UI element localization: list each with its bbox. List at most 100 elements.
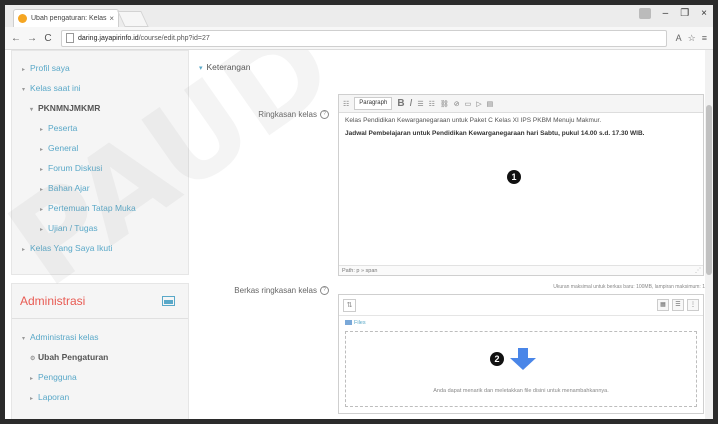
- editor-line-1: Kelas Pendidikan Kewarganegaraan untuk P…: [345, 117, 602, 124]
- nav-label: Forum Diskusi: [48, 163, 103, 173]
- folder-label: Files: [354, 320, 366, 326]
- paragraph-format-select[interactable]: Paragraph: [354, 97, 393, 110]
- expand-arrow-icon: ▸: [40, 187, 44, 193]
- admin-label: Administrasi kelas: [30, 332, 99, 342]
- collapse-arrow-icon: ▾: [199, 65, 203, 72]
- expand-arrow-icon: ▸: [40, 147, 44, 153]
- view-switcher: ▦ ☰ ⋮: [657, 299, 699, 311]
- tab-title: Ubah pengaturan: Kelas: [31, 15, 107, 22]
- gear-icon: ⚙: [30, 356, 36, 362]
- minimize-button[interactable]: –: [663, 8, 669, 19]
- address-bar[interactable]: daring.jayapirinfo.id /course/edit.php?i…: [61, 29, 667, 47]
- nav-item-bahan-ajar[interactable]: ▸ Bahan Ajar: [40, 183, 90, 193]
- expand-arrow-icon: ▸: [22, 247, 26, 253]
- resize-handle-icon[interactable]: ⋰: [695, 267, 701, 274]
- nav-item-forum-diskusi[interactable]: ▸ Forum Diskusi: [40, 163, 102, 173]
- reload-button[interactable]: C: [43, 33, 53, 44]
- admin-label: Ubah Pengaturan: [38, 352, 109, 362]
- nav-item-kelas-saat-ini[interactable]: ▾ Kelas saat ini: [22, 83, 81, 93]
- navigation-block: ▸ Profil saya ▾ Kelas saat ini ▾ PKNMNJMKMR…: [11, 50, 189, 275]
- nav-item-course[interactable]: ▾ PKNMNJMKMR: [30, 103, 100, 113]
- expand-arrow-icon: ▾: [22, 87, 26, 93]
- maximize-button[interactable]: ❐: [680, 8, 689, 19]
- toolbar-actions: A ☆ ≡: [676, 33, 707, 44]
- page-scrollbar[interactable]: [705, 50, 713, 419]
- folder-path[interactable]: Files: [339, 316, 703, 330]
- tab-close-icon[interactable]: ×: [109, 14, 114, 23]
- italic-button[interactable]: I: [410, 98, 413, 109]
- editor-toolbar: ☷ Paragraph B I ☰ ☷ ⛓ ⊘ ▭ ▷ ▤: [339, 95, 703, 113]
- expand-arrow-icon: ▾: [30, 107, 34, 113]
- folder-icon: [345, 320, 352, 326]
- callout-marker-1: 1: [507, 170, 521, 184]
- toolbar-toggle-icon[interactable]: ☷: [343, 100, 349, 108]
- dock-block-icon[interactable]: [162, 296, 175, 306]
- new-tab-button[interactable]: [117, 11, 149, 27]
- ordered-list-icon[interactable]: ☷: [429, 100, 435, 108]
- drop-zone[interactable]: 2 Anda dapat menarik dan meletakkan file…: [345, 331, 697, 407]
- nav-item-general[interactable]: ▸ General: [40, 143, 78, 153]
- file-manager: ⇅ ▦ ☰ ⋮ Files 2 Anda dapat menarik dan m…: [338, 294, 704, 414]
- bold-button[interactable]: B: [397, 98, 404, 109]
- editor-line-2: Jadwal Pembelajaran untuk Pendidikan Kew…: [345, 130, 645, 137]
- tree-view-button[interactable]: ⋮: [687, 299, 699, 311]
- help-icon[interactable]: ?: [320, 286, 329, 296]
- translate-icon[interactable]: A: [676, 33, 682, 44]
- list-view-button[interactable]: ☰: [672, 299, 684, 311]
- nav-item-pertemuan-tatap-muka[interactable]: ▸ Pertemuan Tatap Muka: [40, 203, 136, 213]
- label-text: Berkas ringkasan kelas: [234, 286, 317, 295]
- help-icon[interactable]: ?: [320, 110, 329, 120]
- expand-arrow-icon: ▸: [30, 376, 34, 382]
- nav-item-ujian-tugas[interactable]: ▸ Ujian / Tugas: [40, 223, 98, 233]
- nav-label: Ujian / Tugas: [48, 223, 98, 233]
- bookmark-star-icon[interactable]: ☆: [688, 33, 696, 44]
- back-button[interactable]: ←: [11, 33, 21, 44]
- unlink-icon[interactable]: ⊘: [454, 100, 460, 108]
- section-header-keterangan[interactable]: ▾ Keterangan: [199, 62, 250, 72]
- link-icon[interactable]: ⛓: [440, 100, 449, 108]
- nav-item-peserta[interactable]: ▸ Peserta: [40, 123, 77, 133]
- nav-item-profil-saya[interactable]: ▸ Profil saya: [22, 63, 70, 73]
- expand-arrow-icon: ▸: [40, 227, 44, 233]
- nav-label: Peserta: [48, 123, 78, 133]
- admin-item-administrasi-kelas[interactable]: ▾ Administrasi kelas: [22, 332, 99, 342]
- expand-arrow-icon: ▸: [22, 67, 26, 73]
- expand-arrow-icon: ▸: [40, 127, 44, 133]
- expand-arrow-icon: ▸: [30, 396, 34, 402]
- callout-marker-2: 2: [490, 352, 504, 366]
- page-icon: [66, 33, 74, 43]
- admin-label: Pengguna: [38, 372, 77, 382]
- url-host: daring.jayapirinfo.id: [78, 34, 139, 42]
- expand-arrow-icon: ▾: [22, 336, 26, 342]
- media-icon[interactable]: ▷: [476, 100, 481, 108]
- admin-item-laporan[interactable]: ▸ Laporan: [30, 392, 69, 402]
- expand-arrow-icon: ▸: [40, 207, 44, 213]
- image-icon[interactable]: ▭: [465, 100, 472, 108]
- admin-item-ubah-pengaturan[interactable]: ⚙ Ubah Pengaturan: [30, 352, 108, 362]
- summary-editor[interactable]: ☷ Paragraph B I ☰ ☷ ⛓ ⊘ ▭ ▷ ▤ Kelas Pend…: [338, 94, 704, 276]
- nav-label: Kelas saat ini: [30, 83, 81, 93]
- browser-tab[interactable]: Ubah pengaturan: Kelas ×: [13, 9, 119, 27]
- site-favicon-icon: [18, 14, 27, 23]
- icon-view-button[interactable]: ▦: [657, 299, 669, 311]
- browser-window: Ubah pengaturan: Kelas × – ❐ × ← → C dar…: [5, 5, 713, 419]
- nav-label: Kelas Yang Saya Ikuti: [30, 243, 113, 253]
- url-path: /course/edit.php?id=27: [138, 34, 210, 42]
- add-file-button[interactable]: ⇅: [343, 298, 356, 312]
- nav-label: Bahan Ajar: [48, 183, 90, 193]
- editor-path: Path: p » span: [339, 265, 703, 275]
- profile-icon[interactable]: [638, 8, 651, 19]
- sidebar: ▸ Profil saya ▾ Kelas saat ini ▾ PKNMNJMKMR…: [11, 50, 189, 419]
- file-icon[interactable]: ▤: [487, 100, 494, 108]
- nav-item-kelas-yang-saya-ikuti[interactable]: ▸ Kelas Yang Saya Ikuti: [22, 243, 112, 253]
- drop-zone-text: Anda dapat menarik dan meletakkan file d…: [433, 388, 609, 394]
- admin-item-pengguna[interactable]: ▸ Pengguna: [30, 372, 77, 382]
- forward-button[interactable]: →: [27, 33, 37, 44]
- menu-icon[interactable]: ≡: [702, 33, 707, 44]
- close-window-button[interactable]: ×: [701, 8, 707, 19]
- scrollbar-thumb[interactable]: [706, 105, 712, 275]
- editor-content[interactable]: Kelas Pendidikan Kewarganegaraan untuk P…: [339, 113, 703, 147]
- file-manager-toolbar: ⇅ ▦ ☰ ⋮: [339, 295, 703, 316]
- summary-field-label: Ringkasan kelas?: [199, 110, 329, 120]
- unordered-list-icon[interactable]: ☰: [417, 100, 423, 108]
